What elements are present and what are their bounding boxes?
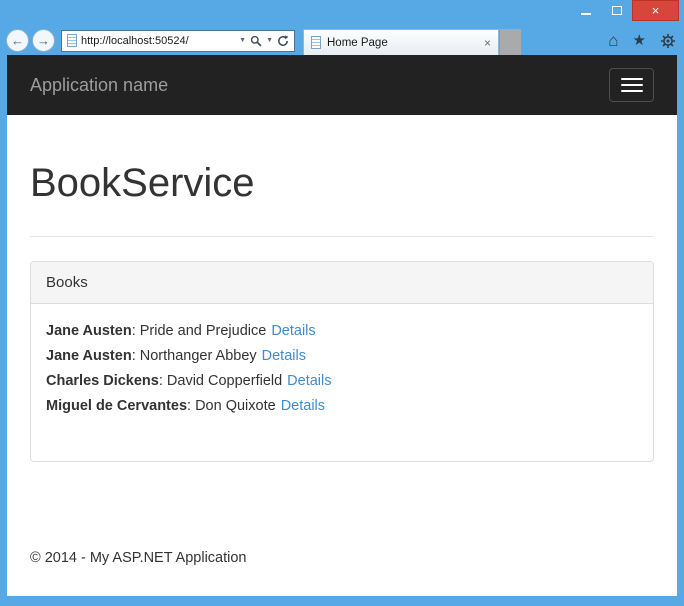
books-panel: Books Jane Austen: Pride and Prejudice De… [30, 261, 654, 462]
hamburger-icon [620, 78, 643, 80]
book-list-item: Charles Dickens: David Copperfield Detail… [46, 369, 638, 394]
web-page: Application name BookService Books Jane … [7, 55, 677, 596]
forward-icon: → [37, 33, 50, 48]
maximize-icon [611, 6, 622, 15]
navbar-toggle-button[interactable] [609, 68, 654, 102]
minimize-icon [580, 12, 591, 15]
navbar-brand[interactable]: Application name [30, 75, 168, 96]
book-details-link[interactable]: Details [281, 398, 325, 414]
panel-body: Jane Austen: Pride and Prejudice Details … [31, 304, 653, 461]
book-author: Jane Austen [46, 323, 132, 339]
hamburger-icon [620, 84, 643, 86]
hamburger-icon [620, 90, 643, 92]
panel-heading: Books [31, 262, 653, 304]
footer-copyright: © 2014 - My ASP.NET Application [30, 550, 247, 566]
book-author: Jane Austen [46, 348, 132, 364]
search-icon [250, 35, 262, 46]
book-separator: : [158, 373, 167, 389]
book-author: Charles Dickens [46, 373, 159, 389]
browser-window: × ← → http://localhost:50524/ ▼ ▼ Home P… [0, 0, 684, 606]
favorites-star-icon[interactable]: ★ [633, 33, 646, 48]
tab-close-icon[interactable]: × [484, 36, 491, 50]
address-bar[interactable]: http://localhost:50524/ ▼ ▼ [61, 29, 295, 52]
browser-tab-home-page[interactable]: Home Page × [303, 29, 499, 55]
book-title: Pride and Prejudice [139, 323, 267, 339]
refresh-icon [278, 34, 289, 46]
tab-title: Home Page [327, 36, 388, 49]
book-details-link[interactable]: Details [287, 373, 331, 389]
search-button[interactable] [250, 35, 262, 47]
browser-toolbar: ← → http://localhost:50524/ ▼ ▼ Home Pag… [0, 26, 684, 55]
book-details-link[interactable]: Details [262, 348, 306, 364]
back-icon: ← [11, 33, 24, 48]
divider [30, 236, 654, 237]
gear-icon [661, 33, 675, 48]
settings-button[interactable] [660, 33, 676, 49]
forward-button[interactable]: → [32, 29, 55, 52]
title-bar: × [0, 0, 684, 26]
maximize-button[interactable] [601, 0, 632, 21]
book-list-item: Jane Austen: Northanger Abbey Details [46, 344, 638, 369]
address-dropdown-caret-icon[interactable]: ▼ [239, 37, 246, 44]
page-content: BookService Books Jane Austen: Pride and… [7, 161, 677, 566]
book-title: Don Quixote [195, 398, 276, 414]
url-text: http://localhost:50524/ [81, 34, 189, 47]
search-dropdown-caret-icon[interactable]: ▼ [266, 37, 273, 44]
minimize-button[interactable] [570, 0, 601, 21]
new-tab-button[interactable] [500, 29, 521, 55]
site-navbar: Application name [7, 55, 677, 115]
window-controls: × [570, 0, 679, 21]
tab-page-icon [311, 36, 321, 49]
book-list-item: Jane Austen: Pride and Prejudice Details [46, 319, 638, 344]
page-title: BookService [30, 161, 255, 205]
close-icon: × [651, 3, 660, 18]
back-button[interactable]: ← [6, 29, 29, 52]
book-details-link[interactable]: Details [271, 323, 315, 339]
book-title: David Copperfield [166, 373, 283, 389]
site-favicon-icon [67, 34, 77, 47]
book-author: Miguel de Cervantes [46, 398, 188, 414]
home-icon[interactable]: ⌂ [608, 32, 618, 49]
book-separator: : [131, 348, 140, 364]
refresh-button[interactable] [277, 34, 289, 47]
book-title: Northanger Abbey [139, 348, 257, 364]
book-separator: : [131, 323, 140, 339]
close-button[interactable]: × [632, 0, 679, 21]
book-list-item: Miguel de Cervantes: Don Quixote Details [46, 394, 638, 419]
book-separator: : [187, 398, 196, 414]
